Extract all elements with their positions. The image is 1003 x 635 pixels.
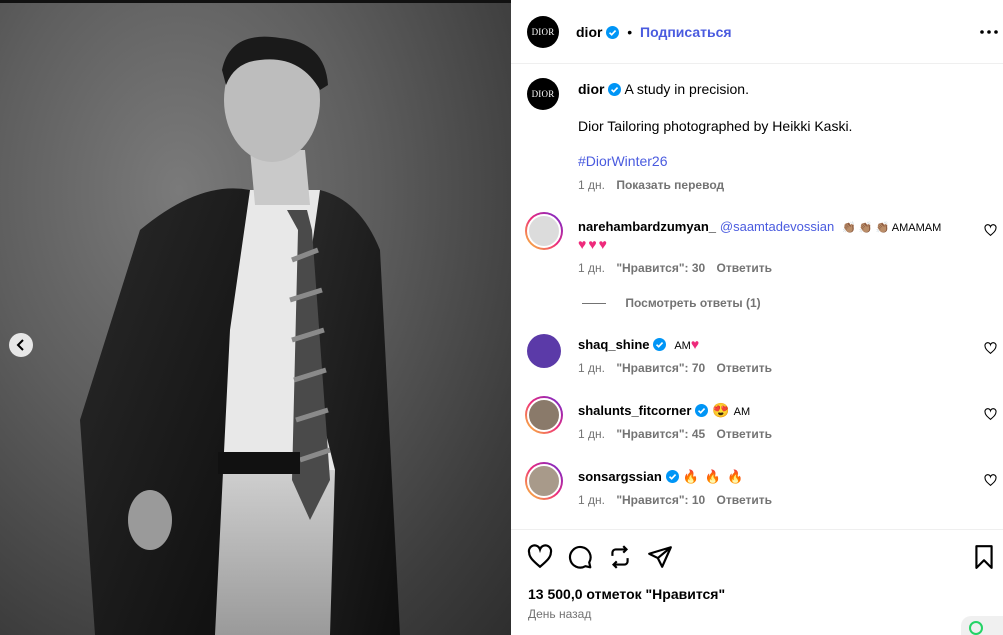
comment-icon[interactable] (567, 544, 593, 570)
verified-badge-icon (653, 338, 667, 351)
share-send-icon[interactable] (647, 544, 673, 570)
heart-icon[interactable] (984, 224, 997, 237)
caption-age: 1 дн. (578, 178, 605, 192)
comment-age: 1 дн. (578, 361, 605, 375)
photo-figure-illustration (80, 36, 400, 635)
reply-button[interactable]: Ответить (717, 427, 772, 441)
view-replies-button[interactable]: Посмотреть ответы (1) (582, 296, 761, 310)
comment-text: AM (674, 340, 691, 352)
heart-icon[interactable] (984, 408, 997, 421)
comment-username[interactable]: sonsargssian (578, 469, 662, 484)
comment-age: 1 дн. (578, 493, 605, 507)
post-side-panel: DIOR dior • Подписаться DIOR dior A stud… (511, 0, 1003, 635)
chevron-left-icon (16, 339, 24, 351)
caption-hashtag[interactable]: #DiorWinter26 (578, 153, 667, 169)
comment-avatar[interactable] (525, 462, 563, 500)
heart-icon[interactable] (984, 342, 997, 355)
caption-line-2: Dior Tailoring photographed by Heikki Ka… (578, 118, 853, 134)
comment-emoji: ♥ (690, 336, 702, 352)
comment-username[interactable]: narehambardzumyan_ (578, 219, 716, 234)
post-photo[interactable] (0, 0, 511, 635)
comment-avatar[interactable] (525, 332, 563, 370)
verified-badge-icon (608, 83, 622, 96)
comment-username[interactable]: shaq_shine (578, 337, 650, 352)
chat-icon (969, 621, 983, 635)
comment-meta: 1 дн. "Нравится": 45 Ответить (578, 427, 780, 441)
bookmark-icon[interactable] (971, 544, 997, 570)
reply-button[interactable]: Ответить (717, 261, 772, 275)
verified-badge-icon (606, 26, 620, 39)
replies-divider (582, 303, 606, 305)
caption-author-avatar[interactable]: DIOR (527, 78, 559, 110)
comment-meta: 1 дн. "Нравится": 10 Ответить (578, 493, 780, 507)
verified-badge-icon (695, 404, 709, 417)
comment-meta: 1 дн. "Нравится": 70 Ответить (578, 361, 780, 375)
previous-photo-button[interactable] (9, 333, 33, 357)
view-replies-label: Посмотреть ответы (1) (625, 296, 761, 310)
avatar-logo-text: DIOR (531, 27, 555, 37)
likes-count[interactable]: 13 500,0 отметок "Нравится" (528, 586, 725, 602)
comment-likes[interactable]: "Нравится": 30 (616, 261, 705, 275)
like-heart-icon[interactable] (527, 544, 553, 570)
heart-icon[interactable] (984, 474, 997, 487)
caption-meta: 1 дн. Показать перевод (578, 178, 732, 192)
comment-avatar[interactable] (525, 212, 563, 250)
comment-line-2: ♥♥♥ (578, 236, 609, 252)
comment-likes[interactable]: "Нравится": 10 (616, 493, 705, 507)
comment-likes[interactable]: "Нравится": 45 (616, 427, 705, 441)
post-header: DIOR dior • Подписаться (511, 0, 1003, 64)
comment-line: shalunts_fitcorner 😍 AM (578, 402, 750, 419)
comment-meta: 1 дн. "Нравится": 30 Ответить (578, 261, 780, 275)
comment-text: 👏🏽 👏🏽 👏🏽 AMAMAM (842, 222, 942, 234)
avatar-logo-text: DIOR (531, 89, 555, 99)
author-username[interactable]: dior (576, 24, 602, 40)
comment-likes[interactable]: "Нравится": 70 (616, 361, 705, 375)
more-options-icon[interactable] (979, 22, 999, 42)
comment-text: AM (733, 406, 751, 418)
reply-button[interactable]: Ответить (717, 361, 772, 375)
comment-line: shaq_shine AM♥ (578, 336, 701, 352)
comment-line: sonsargssian 🔥🔥🔥 (578, 468, 749, 485)
verified-badge-icon (665, 470, 679, 483)
comments-list[interactable]: DIOR dior A study in precision. Dior Tai… (511, 65, 1003, 529)
author-avatar[interactable]: DIOR (527, 16, 559, 48)
header-user-line: dior • Подписаться (576, 24, 732, 40)
chat-widget-button[interactable] (961, 616, 1003, 635)
translate-link[interactable]: Показать перевод (616, 178, 724, 192)
post-actions: 13 500,0 отметок "Нравится" День назад (511, 529, 1003, 635)
repost-icon[interactable] (607, 544, 633, 570)
comment-avatar[interactable] (525, 396, 563, 434)
header-separator: • (627, 24, 633, 40)
follow-button[interactable]: Подписаться (640, 24, 732, 40)
caption-author-username[interactable]: dior (578, 81, 604, 97)
comment-hearts: ♥♥♥ (578, 236, 609, 252)
comment-username[interactable]: shalunts_fitcorner (578, 403, 691, 418)
comment-emoji: 😍 (712, 402, 730, 418)
reply-button[interactable]: Ответить (717, 493, 772, 507)
comment-age: 1 дн. (578, 261, 605, 275)
comment-mention[interactable]: @saamtadevossian (720, 219, 834, 234)
post-date: День назад (528, 607, 592, 621)
comment-line: narehambardzumyan_ @saamtadevossian 👏🏽 👏… (578, 218, 941, 234)
comment-text: 🔥🔥🔥 (682, 469, 750, 484)
caption-text: A study in precision. (624, 81, 749, 97)
caption-line-1: dior A study in precision. (578, 81, 749, 97)
comment-age: 1 дн. (578, 427, 605, 441)
